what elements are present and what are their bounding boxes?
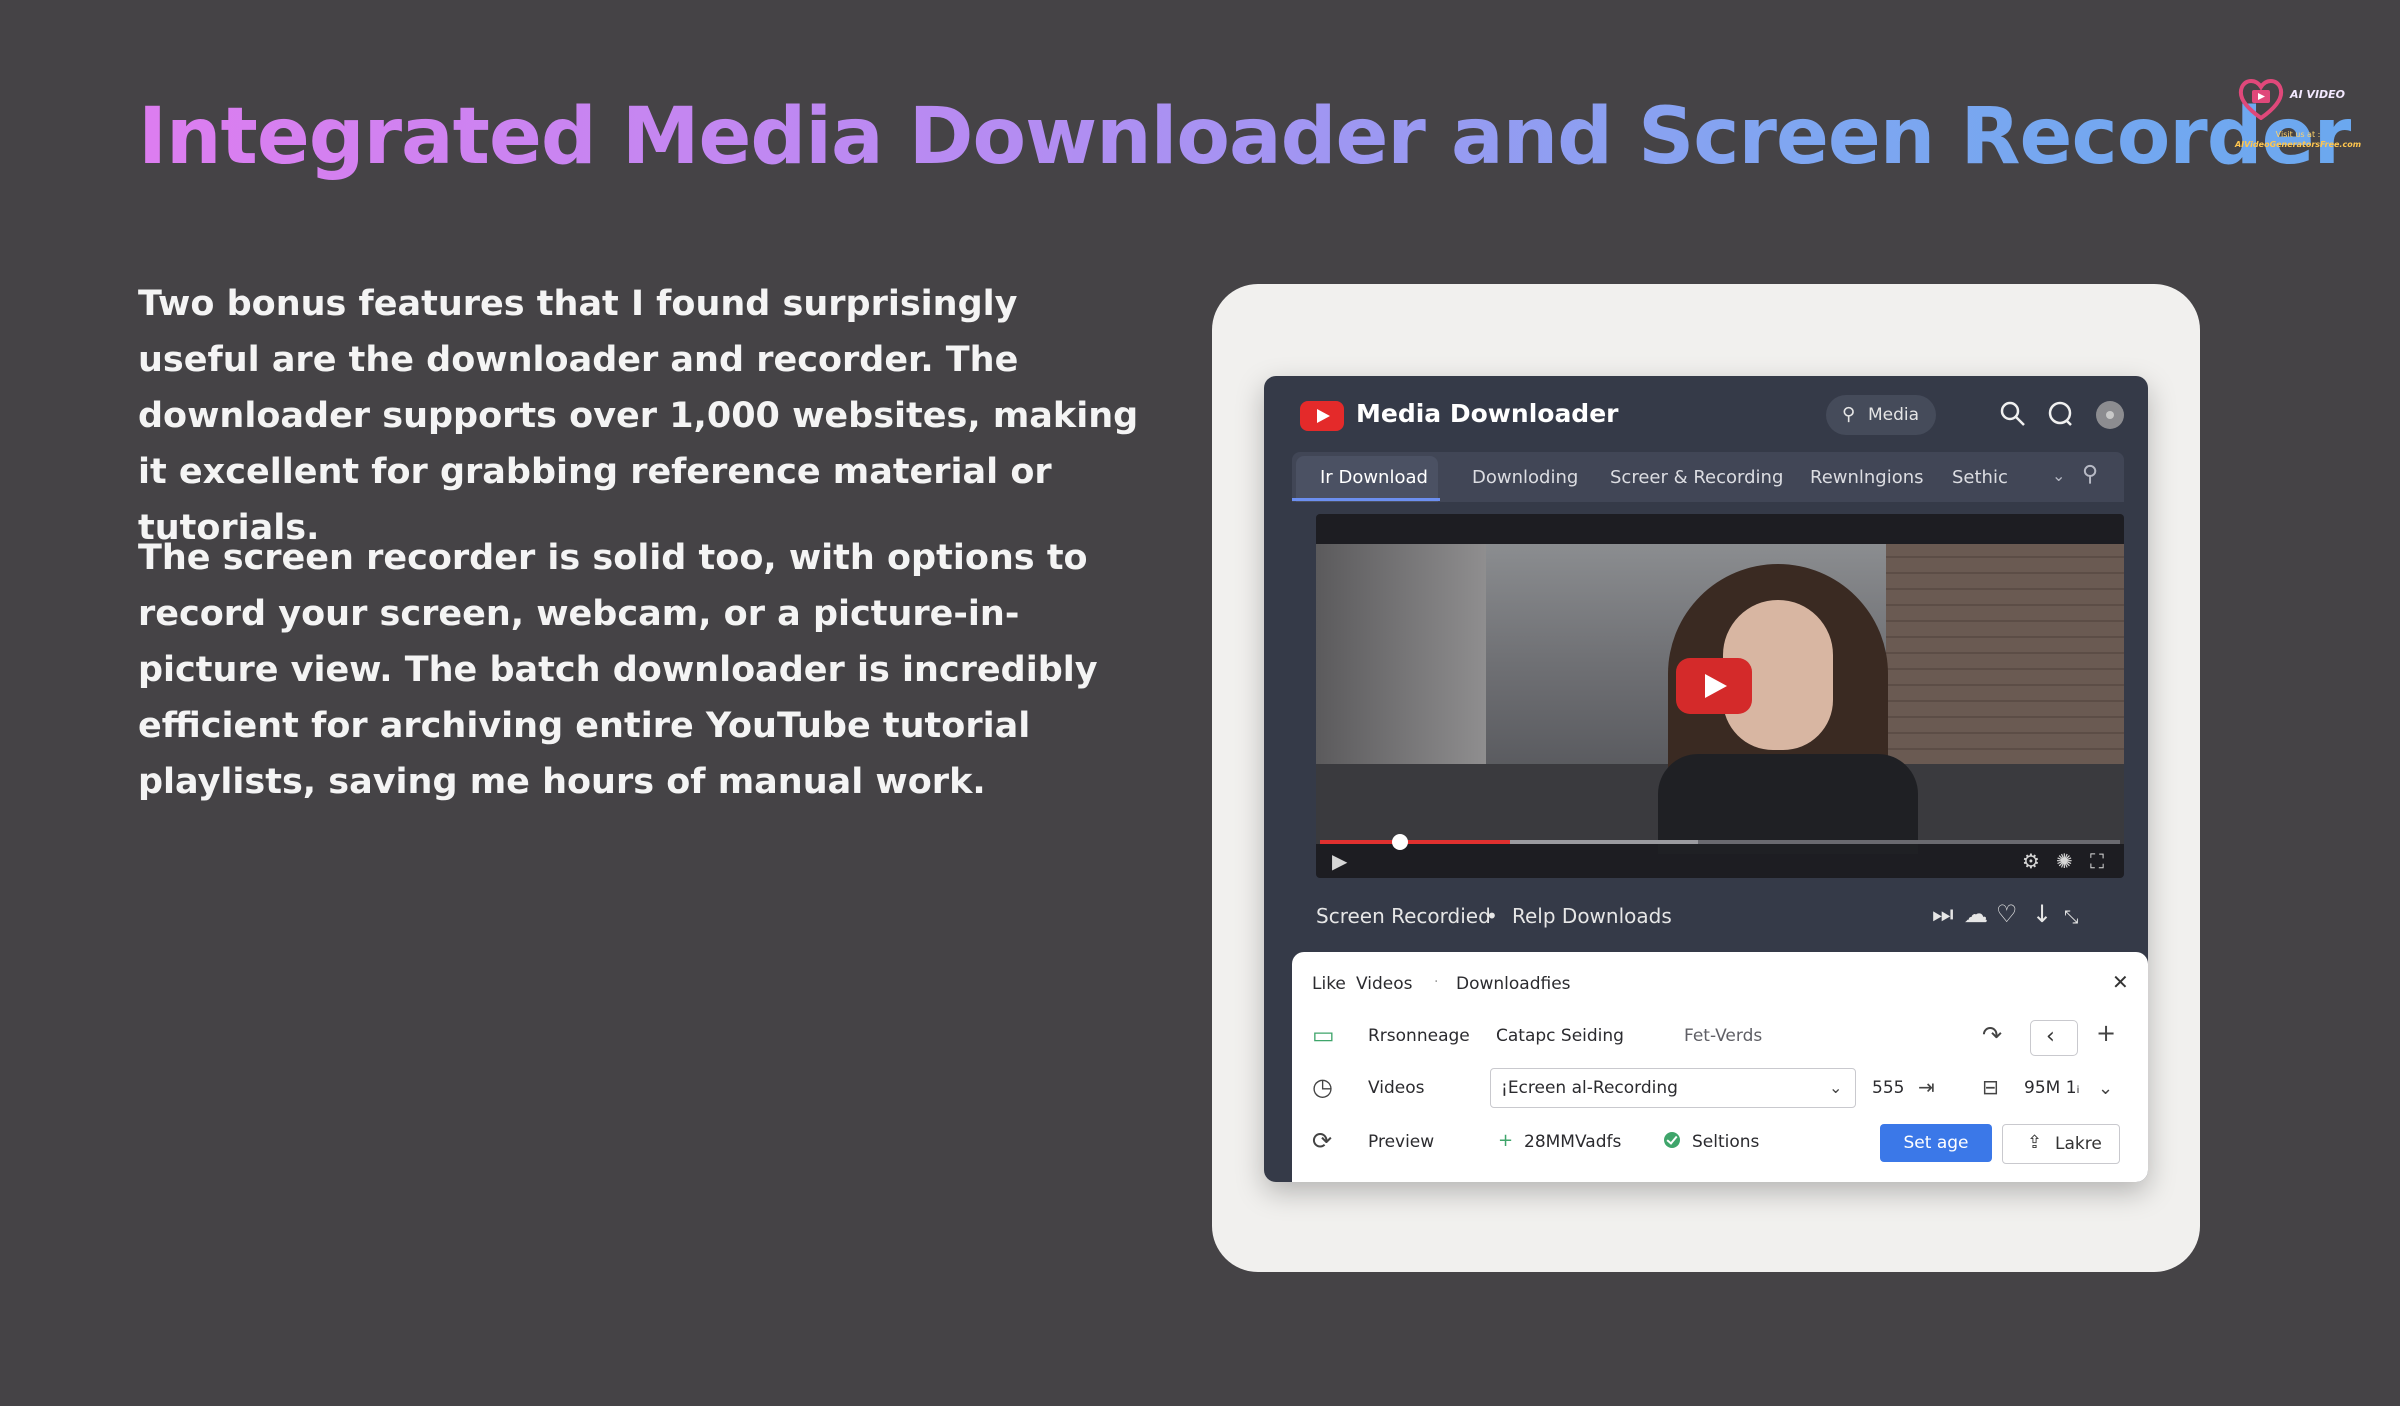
gear-icon[interactable]: ✺ bbox=[2056, 850, 2073, 872]
intro-paragraph: Two bonus features that I found surprisi… bbox=[138, 284, 1139, 548]
breadcrumb-videos[interactable]: Videos bbox=[1356, 974, 1413, 994]
skip-icon[interactable]: ⏭ bbox=[1932, 900, 1954, 928]
close-icon[interactable]: ✕ bbox=[2112, 970, 2129, 994]
search-input[interactable]: ⚲ Media bbox=[1826, 395, 1936, 435]
video-player[interactable]: ▶ ⚙ ✺ ⛶ bbox=[1316, 514, 2124, 878]
play-icon[interactable] bbox=[1676, 658, 1752, 714]
chevron-down-icon[interactable]: ⌄ bbox=[2052, 466, 2065, 485]
page-title: Integrated Media Downloader and Screen R… bbox=[138, 92, 2352, 182]
row2-count: 555 bbox=[1872, 1078, 1905, 1098]
search-icon[interactable] bbox=[1999, 400, 2027, 428]
active-tab-indicator bbox=[1292, 498, 1440, 501]
volume-icon[interactable]: ⇥ bbox=[1918, 1074, 1935, 1100]
tab-download-label: Download bbox=[1338, 467, 1428, 488]
status-bullet: • bbox=[1486, 904, 1498, 928]
set-age-label: Set age bbox=[1903, 1133, 1969, 1153]
heart-logo-icon bbox=[2238, 79, 2284, 120]
row1-label: Rrsonneage bbox=[1368, 1026, 1470, 1046]
youtube-logo-icon bbox=[1300, 401, 1344, 431]
check-icon bbox=[1664, 1132, 1680, 1148]
app-title: Media Downloader bbox=[1356, 399, 1619, 428]
app-header: Media Downloader ⚲ Media bbox=[1264, 376, 2148, 452]
export-icon: ⇪ bbox=[2027, 1132, 2043, 1153]
back-icon: ‹ bbox=[2046, 1024, 2055, 1049]
share-icon[interactable]: ↷ bbox=[1982, 1022, 2002, 1048]
recording-select[interactable]: ¡Ecreen al-Recording ⌄ bbox=[1490, 1068, 1856, 1108]
status-relp-downloads[interactable]: Relp Downloads bbox=[1512, 904, 1672, 928]
set-age-button[interactable]: Set age bbox=[1880, 1124, 1992, 1162]
lakre-label: Lakre bbox=[2055, 1134, 2102, 1154]
expand-icon[interactable]: ⤡ bbox=[2064, 904, 2078, 932]
status-screen-recorded: Screen Recordied bbox=[1316, 904, 1491, 928]
screenshot-card: Media Downloader ⚲ Media Ir Download Dow… bbox=[1212, 284, 2200, 1272]
search-icon[interactable]: ⚲ bbox=[2082, 462, 2098, 487]
chat-icon[interactable] bbox=[2046, 400, 2074, 428]
settings-icon[interactable]: ⚙ bbox=[2022, 850, 2040, 872]
chevron-down-icon[interactable]: ⌄ bbox=[2098, 1076, 2113, 1102]
back-button[interactable]: ‹ bbox=[2030, 1020, 2078, 1056]
row1-catapc-seiding[interactable]: Catapc Seiding bbox=[1496, 1026, 1624, 1046]
breadcrumb-like[interactable]: Like bbox=[1312, 974, 1346, 994]
lakre-button[interactable]: ⇪ Lakre bbox=[2002, 1124, 2120, 1164]
recorder-paragraph: The screen recorder is solid too, with o… bbox=[138, 538, 1098, 802]
tab-sethic[interactable]: Sethic bbox=[1952, 467, 2008, 488]
status-row: Screen Recordied • Relp Downloads ⏭ ☁ ♡ … bbox=[1316, 896, 2124, 936]
tab-bar: Ir Download Downloding Screer & Recordin… bbox=[1292, 452, 2124, 502]
tab-download[interactable]: Ir Download bbox=[1320, 467, 1428, 488]
row3-size-text: 28MMVadfs bbox=[1524, 1132, 1622, 1152]
logo-brand-text: AI VIDEO bbox=[2290, 88, 2346, 101]
refresh-icon: ⟳ bbox=[1312, 1127, 1333, 1155]
monitor-icon[interactable]: ⊟ bbox=[1982, 1074, 1999, 1100]
progress-knob[interactable] bbox=[1392, 834, 1408, 850]
logo-visit-text: Visit us at : bbox=[2275, 130, 2321, 139]
video-person bbox=[1628, 564, 1928, 854]
logo-url-text[interactable]: AIVideoGeneratorsFree.com bbox=[2228, 140, 2368, 149]
downloads-panel: Like Videos · Downloadfies ✕ ▭ Rrsonneag… bbox=[1292, 952, 2148, 1182]
play-small-icon[interactable]: ▶ bbox=[1332, 850, 1347, 872]
tab-rewnlngions[interactable]: Rewnlngions bbox=[1810, 467, 1924, 488]
heart-icon[interactable]: ♡ bbox=[1996, 900, 2018, 928]
chevron-down-icon: ⌄ bbox=[1829, 1078, 1843, 1097]
image-icon: ▭ bbox=[1312, 1021, 1335, 1049]
plus-icon[interactable]: + bbox=[2096, 1020, 2116, 1046]
tab-screen-recording[interactable]: Screer & Recording bbox=[1610, 467, 1783, 488]
search-pill-text: Media bbox=[1868, 405, 1920, 425]
search-icon: ⚲ bbox=[1842, 404, 1856, 425]
download-arrow-icon[interactable]: ↓ bbox=[2032, 900, 2052, 928]
media-downloader-window: Media Downloader ⚲ Media Ir Download Dow… bbox=[1264, 376, 2148, 1182]
video-person-coat bbox=[1658, 754, 1918, 854]
recording-select-value: ¡Ecreen al-Recording bbox=[1501, 1078, 1678, 1098]
clock-icon: ◷ bbox=[1312, 1073, 1333, 1101]
row2-size: 95M 1ᵢ bbox=[2024, 1078, 2080, 1098]
cloud-icon[interactable]: ☁ bbox=[1964, 900, 1988, 928]
progress-fill bbox=[1320, 840, 1510, 844]
brand-logo[interactable]: AI VIDEO Visit us at : AIVideoGenerators… bbox=[2228, 72, 2368, 152]
row1-fet-verds[interactable]: Fet-Verds bbox=[1684, 1026, 1762, 1046]
tab-downloding[interactable]: Downloding bbox=[1472, 467, 1578, 488]
row3-label: Preview bbox=[1368, 1132, 1435, 1152]
fullscreen-icon[interactable]: ⛶ bbox=[2090, 850, 2104, 872]
breadcrumb-downloadfies[interactable]: Downloadfies bbox=[1456, 974, 1571, 994]
add-icon: + bbox=[1498, 1130, 1514, 1151]
breadcrumb-separator: · bbox=[1434, 974, 1439, 990]
row3-status: Seltions bbox=[1692, 1132, 1760, 1152]
tab-download-prefix: Ir bbox=[1320, 467, 1333, 488]
row2-label: Videos bbox=[1368, 1078, 1425, 1098]
avatar[interactable] bbox=[2096, 401, 2124, 429]
